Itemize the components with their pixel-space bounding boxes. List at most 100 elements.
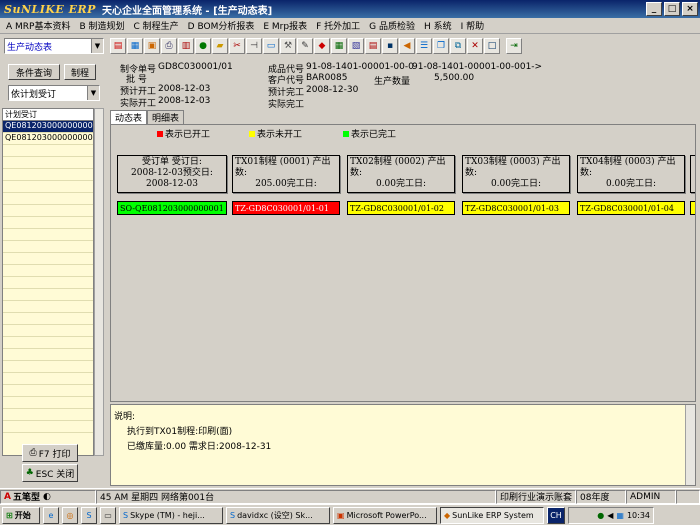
task-skype[interactable]: S Skype (TM) - heji...: [119, 506, 223, 524]
card-icon[interactable]: ▭: [263, 38, 279, 54]
plan-start-value: 2008-12-03: [158, 84, 211, 94]
module-select[interactable]: 生产动态表 ▼: [4, 38, 104, 54]
menu-mrp-basic[interactable]: A MRP基本资料: [6, 19, 70, 32]
close-doc-icon[interactable]: ✕: [467, 38, 483, 54]
maximize-button[interactable]: □: [664, 2, 680, 16]
table-icon[interactable]: ▥: [178, 38, 194, 54]
column-head-order: 受订单 受订日: 2008-12-03预交日: 2008-12-03: [117, 155, 227, 193]
chevron-down-icon[interactable]: ▼: [87, 86, 99, 100]
legend-finished: 表示已完工: [343, 127, 396, 140]
flow-node-tx03[interactable]: TZ-GD8C030001/01-03: [462, 201, 570, 215]
grid-icon[interactable]: ▦: [127, 38, 143, 54]
flow-node-tx02[interactable]: TZ-GD8C030001/01-02: [347, 201, 455, 215]
plan-finish-value: 2008-12-30: [306, 85, 359, 95]
customer-value: BAR0085: [306, 73, 348, 83]
description-line: 执行到TX01制程:印刷(面): [127, 427, 233, 437]
legend-label: 表示已完工: [351, 130, 397, 140]
menu-outsourcing[interactable]: F 托外加工: [316, 19, 360, 32]
image-icon[interactable]: ▧: [348, 38, 364, 54]
menu-bom-report[interactable]: D BOM分析报表: [188, 19, 255, 32]
new-doc-icon[interactable]: ▤: [110, 38, 126, 54]
list-item[interactable]: QE081203000000000: [3, 133, 93, 145]
save-icon[interactable]: ▪: [382, 38, 398, 54]
filter-select[interactable]: 依计划受订 ▼: [8, 85, 100, 101]
menu-production[interactable]: C 制程生产: [134, 19, 179, 32]
report-icon[interactable]: ▤: [365, 38, 381, 54]
outlook-icon[interactable]: ◎: [62, 506, 78, 524]
process-button[interactable]: 制程: [64, 64, 96, 80]
calendar-icon[interactable]: ▣: [144, 38, 160, 54]
ime-indicator[interactable]: A 五笔型 ◐: [0, 489, 96, 504]
skype-quick-icon[interactable]: S: [81, 506, 97, 524]
copy-icon[interactable]: ❐: [433, 38, 449, 54]
pen-icon[interactable]: ✎: [297, 38, 313, 54]
desktop-icon[interactable]: ▭: [100, 506, 116, 524]
powerpoint-icon: ▣: [337, 510, 345, 520]
legend-not-started: 表示未开工: [249, 127, 302, 140]
chevron-down-icon[interactable]: ▼: [91, 39, 103, 53]
spreadsheet-icon[interactable]: ▦: [331, 38, 347, 54]
flow-node-tx04[interactable]: TZ-GD8C030001/01-04: [577, 201, 685, 215]
menu-mrp-report[interactable]: E Mrp报表: [263, 19, 307, 32]
menu-system[interactable]: H 系统: [424, 19, 452, 32]
menu-quality[interactable]: G 品质检验: [369, 19, 415, 32]
volume-icon[interactable]: ◀: [607, 511, 613, 520]
column-head-tx02: TX02制程 (0002) 产出数: 0.00完工日:: [347, 155, 455, 193]
language-indicator[interactable]: CH: [547, 506, 565, 524]
head-line: 0.00完工日:: [605, 179, 657, 189]
list-icon[interactable]: ☰: [416, 38, 432, 54]
taskbar: ⊞ 开始 e ◎ S ▭ S Skype (TM) - heji... S da…: [0, 504, 700, 525]
menu-help[interactable]: I 帮助: [461, 19, 485, 32]
cut-line-icon[interactable]: ⊣: [246, 38, 262, 54]
legend-started: 表示已开工: [157, 127, 210, 140]
description-title: 说明:: [114, 412, 136, 422]
flow-node-tx01[interactable]: TZ-GD8C030001/01-01: [232, 201, 340, 215]
head-line: TX04制程 (0003) 产出数:: [580, 157, 676, 178]
close-button-label: ESC 关闭: [35, 469, 75, 480]
actual-start-label: 实际开工: [120, 99, 157, 109]
speaker-icon[interactable]: ◀: [399, 38, 415, 54]
tab-dynamic[interactable]: 动态表: [110, 110, 148, 124]
close-button[interactable]: ×: [682, 2, 698, 16]
window-title: 天心企业全面管理系统 - [生产动态表]: [101, 5, 273, 17]
print-button[interactable]: ⎙ F7 打印: [22, 444, 78, 462]
list-scrollbar[interactable]: [94, 108, 104, 456]
description-scrollbar[interactable]: [685, 405, 695, 485]
network-icon[interactable]: ▦: [616, 511, 624, 520]
paste-icon[interactable]: ⧉: [450, 38, 466, 54]
list-item[interactable]: QE081203000000000: [3, 121, 93, 133]
legend-swatch: [249, 130, 255, 137]
close-window-button[interactable]: ♣ ESC 关闭: [22, 464, 78, 482]
folder-icon[interactable]: ▰: [212, 38, 228, 54]
window-icon[interactable]: □: [484, 38, 500, 54]
legend-label: 表示未开工: [257, 130, 303, 140]
query-button[interactable]: 条件查询: [8, 64, 60, 80]
head-line: TX01制程 (0001) 产出数:: [235, 157, 331, 178]
filter-select-value: 依计划受订: [11, 89, 57, 100]
tab-detail[interactable]: 明细表: [147, 110, 185, 124]
eraser-icon[interactable]: ◆: [314, 38, 330, 54]
exit-icon[interactable]: ⇥: [506, 38, 522, 54]
tray-icon[interactable]: ●: [597, 511, 604, 520]
start-button[interactable]: ⊞ 开始: [2, 506, 40, 524]
scissors-icon[interactable]: ✂: [229, 38, 245, 54]
menu-planning[interactable]: B 制造规划: [79, 19, 124, 32]
legend-swatch: [343, 130, 349, 137]
ie-icon[interactable]: e: [43, 506, 59, 524]
task-erp[interactable]: ◆ SunLike ERP System: [440, 506, 544, 524]
task-powerpoint[interactable]: ▣ Microsoft PowerPo...: [333, 506, 437, 524]
task-skype-chat[interactable]: S davidxc (设空) Sk...: [226, 506, 330, 524]
order-info: 制令单号 GD8C030001/01 批 号 预计开工 2008-12-03 实…: [108, 58, 700, 110]
tool-icon[interactable]: ⚒: [280, 38, 296, 54]
flow-node-partial[interactable]: [690, 201, 695, 215]
minimize-button[interactable]: _: [646, 2, 662, 16]
head-line: 205.00完工日:: [255, 179, 317, 189]
clock: 10:34: [626, 510, 650, 520]
app-logo: SuNLIKE ERP: [4, 2, 96, 16]
order-list: 计划受订 QE081203000000000 QE081203000000000: [2, 108, 94, 456]
menu-bar: A MRP基本资料 B 制造规划 C 制程生产 D BOM分析报表 E Mrp报…: [0, 18, 700, 34]
print-icon[interactable]: ⎙: [161, 38, 177, 54]
globe-icon[interactable]: ●: [195, 38, 211, 54]
status-year: 08年度: [576, 489, 626, 504]
flow-node-order[interactable]: SO-QE081203000000001: [117, 201, 227, 215]
